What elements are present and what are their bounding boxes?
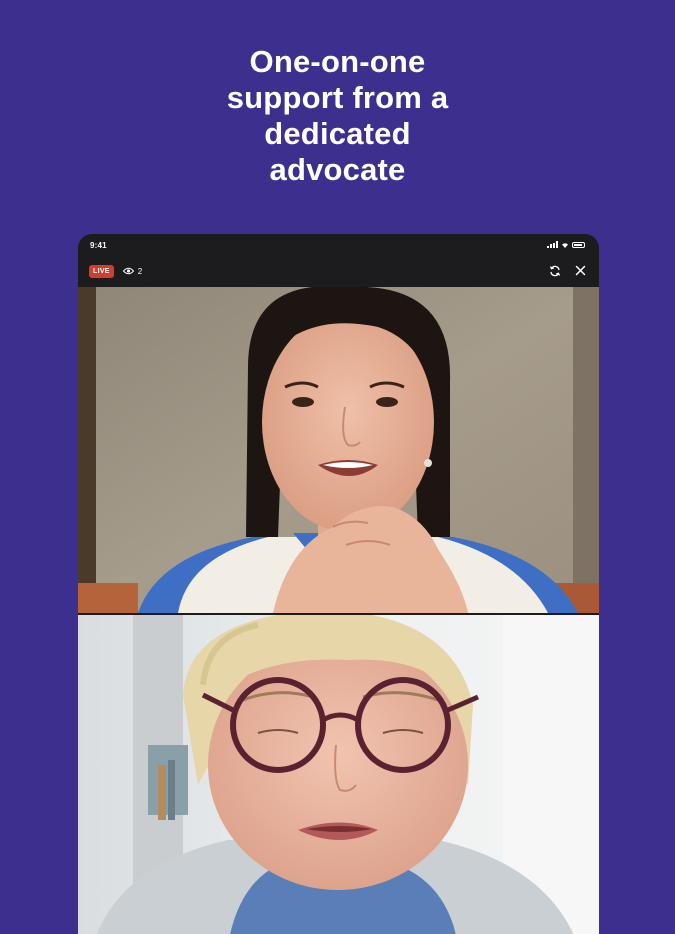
battery-icon — [572, 241, 585, 248]
switch-camera-button[interactable] — [548, 264, 561, 277]
user-video-frame — [78, 615, 599, 934]
headline-line-3: dedicated — [264, 116, 411, 151]
advocate-video — [78, 287, 599, 613]
device-frame: 9:41 LIVE 2 — [78, 234, 599, 934]
headline-line-1: One-on-one — [249, 44, 426, 79]
close-button[interactable] — [574, 264, 587, 277]
status-time: 9:41 — [90, 241, 107, 250]
advocate-video-frame — [78, 287, 599, 613]
close-icon — [575, 265, 586, 276]
status-bar: 9:41 — [78, 234, 599, 256]
headline-line-2: support from a — [226, 80, 449, 115]
eye-icon — [122, 267, 134, 275]
viewer-count-value: 2 — [137, 266, 143, 276]
viewer-count: 2 — [122, 266, 143, 276]
wifi-icon — [562, 242, 568, 248]
user-video — [78, 615, 599, 934]
switch-camera-icon — [549, 265, 560, 276]
headline-line-4: advocate — [269, 152, 406, 187]
headline: One-on-one support from a dedicated advo… — [0, 44, 675, 188]
live-badge: LIVE — [89, 264, 114, 278]
system-icons — [547, 241, 585, 248]
toolbar-actions — [548, 264, 587, 277]
stream-toolbar: LIVE 2 — [78, 256, 599, 286]
signal-icon — [547, 241, 558, 248]
